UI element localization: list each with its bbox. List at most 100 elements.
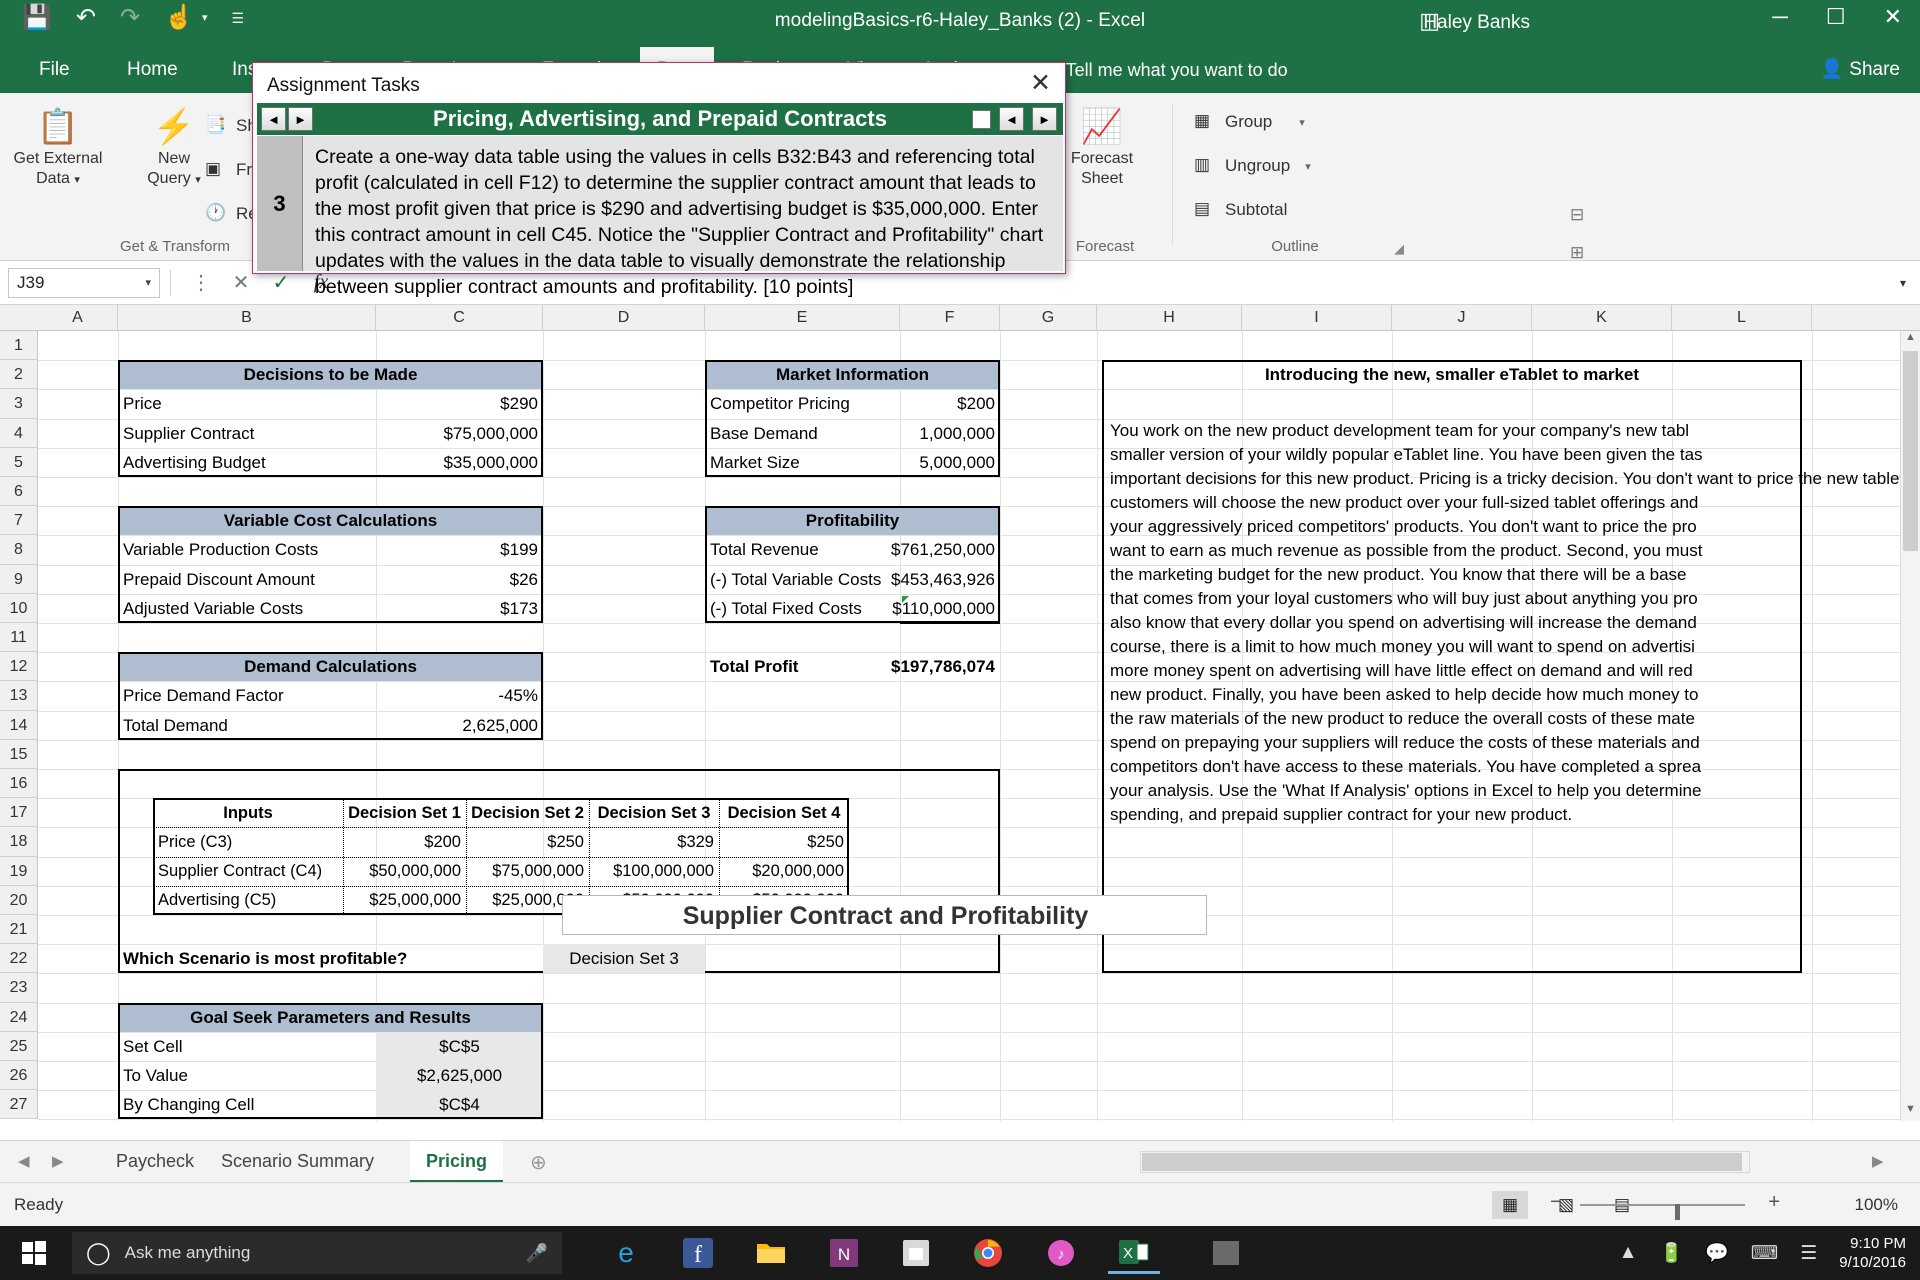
edge-icon[interactable]: e <box>600 1232 652 1274</box>
ribbon-display-options-icon[interactable]: ◫ <box>1419 8 1440 34</box>
share-button[interactable]: 👤 Share <box>1820 47 1900 93</box>
row-header-19[interactable]: 19 <box>0 856 38 886</box>
scroll-right-arrow-icon[interactable]: ▶ <box>1872 1152 1884 1170</box>
scroll-up-arrow-icon[interactable]: ▲ <box>1901 331 1920 349</box>
row-header-17[interactable]: 17 <box>0 798 38 828</box>
minimize-button[interactable]: ─ <box>1772 4 1788 30</box>
tab-home[interactable]: Home <box>110 47 195 93</box>
dialog-next-button[interactable]: ► <box>1032 107 1057 131</box>
clock[interactable]: 9:10 PM 9/10/2016 <box>1839 1234 1906 1272</box>
store-icon[interactable] <box>890 1232 942 1274</box>
zoom-slider[interactable]: − + <box>1550 1191 1780 1220</box>
start-button-icon[interactable] <box>8 1232 60 1274</box>
keyboard-icon[interactable]: ⌨ <box>1751 1242 1778 1265</box>
zoom-in-button[interactable]: + <box>1768 1191 1780 1214</box>
row-header-12[interactable]: 12 <box>0 652 38 682</box>
network-icon[interactable]: ☰ <box>1800 1242 1817 1265</box>
spreadsheet-grid[interactable]: ABCDEFGHIJKL 1 2 3 4 5 6 7 8 9 10 11 12 13 14 15 16 17 18… <box>0 305 1920 1150</box>
facebook-icon[interactable]: f <box>672 1232 724 1274</box>
zoom-out-button[interactable]: − <box>1550 1191 1562 1214</box>
expand-formula-bar-chevron-down-icon[interactable]: ▾ <box>1886 276 1920 290</box>
zoom-level[interactable]: 100% <box>1855 1195 1898 1215</box>
row-header-20[interactable]: 20 <box>0 885 38 915</box>
column-header-g[interactable]: G <box>1000 305 1097 331</box>
row-header-24[interactable]: 24 <box>0 1002 38 1032</box>
column-header-a[interactable]: A <box>38 305 118 331</box>
row-header-1[interactable]: 1 <box>0 331 38 361</box>
chrome-icon[interactable] <box>962 1232 1014 1274</box>
row-header-4[interactable]: 4 <box>0 418 38 448</box>
horizontal-scroll-thumb[interactable] <box>1142 1153 1742 1171</box>
cortana-search-box[interactable]: ◯ Ask me anything 🎤 <box>72 1232 562 1274</box>
column-header-c[interactable]: C <box>376 305 543 331</box>
zoom-track[interactable] <box>1580 1204 1745 1220</box>
row-header-13[interactable]: 13 <box>0 681 38 711</box>
row-header-15[interactable]: 15 <box>0 739 38 769</box>
name-box-chevron-down-icon[interactable]: ▾ <box>145 276 151 289</box>
sheet-tab-paycheck[interactable]: Paycheck <box>100 1141 210 1183</box>
column-header-e[interactable]: E <box>705 305 900 331</box>
collapse-detail-icon[interactable]: ⊟ <box>1570 205 1584 225</box>
dialog-next-left-button[interactable]: ► <box>288 107 313 131</box>
add-sheet-icon[interactable]: ⊕ <box>530 1150 547 1175</box>
onenote-icon[interactable]: N <box>818 1232 870 1274</box>
file-explorer-icon[interactable] <box>745 1232 797 1274</box>
column-header-b[interactable]: B <box>118 305 376 331</box>
row-header-9[interactable]: 9 <box>0 564 38 594</box>
scenario-question-label[interactable]: Which Scenario is most profitable? <box>118 944 543 973</box>
expand-detail-icon[interactable]: ⊞ <box>1570 243 1584 263</box>
cell-area[interactable]: Decisions to be Made Price $290 Supplier Co… <box>38 331 1920 1150</box>
get-external-data-button[interactable]: 📋 Get External Data ▾ <box>4 105 112 190</box>
column-header-k[interactable]: K <box>1532 305 1672 331</box>
row-header-11[interactable]: 11 <box>0 623 38 653</box>
tell-me-search[interactable]: ○ Tell me what you want to do <box>1050 47 1288 93</box>
row-header-26[interactable]: 26 <box>0 1061 38 1091</box>
tab-file[interactable]: File <box>22 47 87 93</box>
scroll-down-arrow-icon[interactable]: ▼ <box>1901 1103 1920 1121</box>
row-header-2[interactable]: 2 <box>0 360 38 390</box>
column-header-d[interactable]: D <box>543 305 705 331</box>
total-profit-label[interactable]: Total Profit <box>705 652 900 681</box>
column-header-h[interactable]: H <box>1097 305 1242 331</box>
row-header-21[interactable]: 21 <box>0 915 38 945</box>
column-header-j[interactable]: J <box>1392 305 1532 331</box>
action-center-icon[interactable]: 💬 <box>1705 1241 1729 1265</box>
first-sheet-arrow-icon[interactable]: ◀ <box>18 1152 30 1170</box>
battery-icon[interactable]: 🔋 <box>1659 1241 1683 1265</box>
row-header-7[interactable]: 7 <box>0 506 38 536</box>
group-button[interactable]: ▦ Group ▾ <box>1194 111 1305 133</box>
dialog-prev-left-button[interactable]: ◄ <box>261 107 286 131</box>
vertical-scroll-thumb[interactable] <box>1903 351 1918 551</box>
sheet-tab-pricing[interactable]: Pricing <box>410 1141 504 1183</box>
last-sheet-arrow-icon[interactable]: ▶ <box>52 1152 64 1170</box>
dialog-complete-checkbox[interactable] <box>972 109 991 129</box>
zoom-thumb[interactable] <box>1675 1204 1680 1220</box>
row-header-6[interactable]: 6 <box>0 477 38 507</box>
row-header-18[interactable]: 18 <box>0 827 38 857</box>
outline-dialog-launcher-icon[interactable]: ◢ <box>1394 241 1404 257</box>
row-header-3[interactable]: 3 <box>0 389 38 419</box>
supplier-contract-chart[interactable]: Supplier Contract and Profitability <box>562 895 1207 935</box>
row-header-25[interactable]: 25 <box>0 1031 38 1061</box>
scenario-answer-cell[interactable]: Decision Set 3 <box>543 944 705 974</box>
dialog-prev-button[interactable]: ◄ <box>999 107 1024 131</box>
row-header-5[interactable]: 5 <box>0 447 38 477</box>
assignment-tasks-dialog[interactable]: Assignment Tasks ✕ Pricing, Advertising,… <box>252 62 1066 298</box>
itunes-icon[interactable]: ♪ <box>1035 1232 1087 1274</box>
name-box[interactable]: J39 ▾ <box>8 267 160 298</box>
ungroup-button[interactable]: ▥ Ungroup ▾ <box>1194 155 1311 177</box>
row-header-27[interactable]: 27 <box>0 1090 38 1120</box>
column-header-l[interactable]: L <box>1672 305 1812 331</box>
horizontal-scrollbar[interactable] <box>1140 1151 1750 1173</box>
microphone-icon[interactable]: 🎤 <box>526 1243 548 1264</box>
row-header-22[interactable]: 22 <box>0 944 38 974</box>
sheet-tab-scenario-summary[interactable]: Scenario Summary <box>205 1141 390 1183</box>
close-button[interactable]: ✕ <box>1884 4 1902 30</box>
group-chevron-down-icon[interactable]: ▾ <box>1299 116 1305 129</box>
vertical-scrollbar[interactable]: ▲ ▼ <box>1900 331 1920 1121</box>
row-header-23[interactable]: 23 <box>0 973 38 1003</box>
dialog-close-icon[interactable]: ✕ <box>1030 71 1051 96</box>
unknown-app-icon[interactable] <box>1200 1232 1252 1274</box>
subtotal-button[interactable]: ▤ Subtotal <box>1194 199 1287 221</box>
row-header-10[interactable]: 10 <box>0 593 38 623</box>
